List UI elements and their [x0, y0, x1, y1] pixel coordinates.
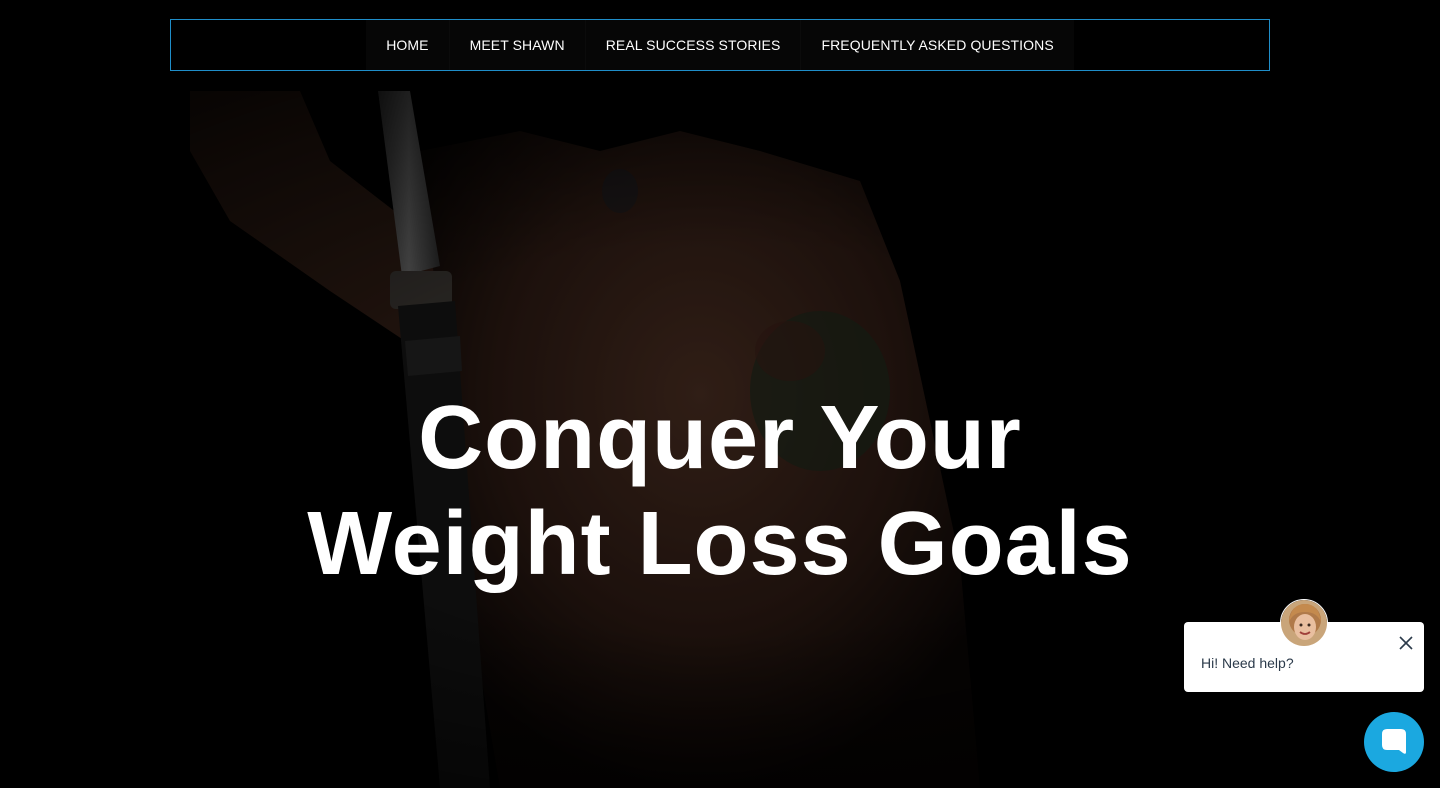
chat-bubble-icon [1382, 729, 1406, 754]
chat-agent-avatar [1280, 599, 1328, 647]
page: HOME MEET SHAWN REAL SUCCESS STORIES FRE… [0, 0, 1440, 788]
nav-item-home[interactable]: HOME [366, 20, 450, 70]
nav-item-faq[interactable]: FREQUENTLY ASKED QUESTIONS [801, 20, 1073, 70]
hero-headline-line-2: Weight Loss Goals [307, 494, 1133, 594]
nav-item-meet-shawn[interactable]: MEET SHAWN [450, 20, 586, 70]
hero-headline: Conquer Your Weight Loss Goals [0, 385, 1440, 597]
close-icon[interactable] [1398, 635, 1414, 651]
nav-item-real-success-stories[interactable]: REAL SUCCESS STORIES [586, 20, 802, 70]
hero-headline-line-1: Conquer Your [418, 388, 1022, 488]
chat-greeting-text: Hi! Need help? [1201, 655, 1294, 671]
chat-launcher-button[interactable] [1364, 712, 1424, 772]
nav-menu: HOME MEET SHAWN REAL SUCCESS STORIES FRE… [366, 20, 1074, 70]
main-navigation: HOME MEET SHAWN REAL SUCCESS STORIES FRE… [170, 19, 1270, 71]
